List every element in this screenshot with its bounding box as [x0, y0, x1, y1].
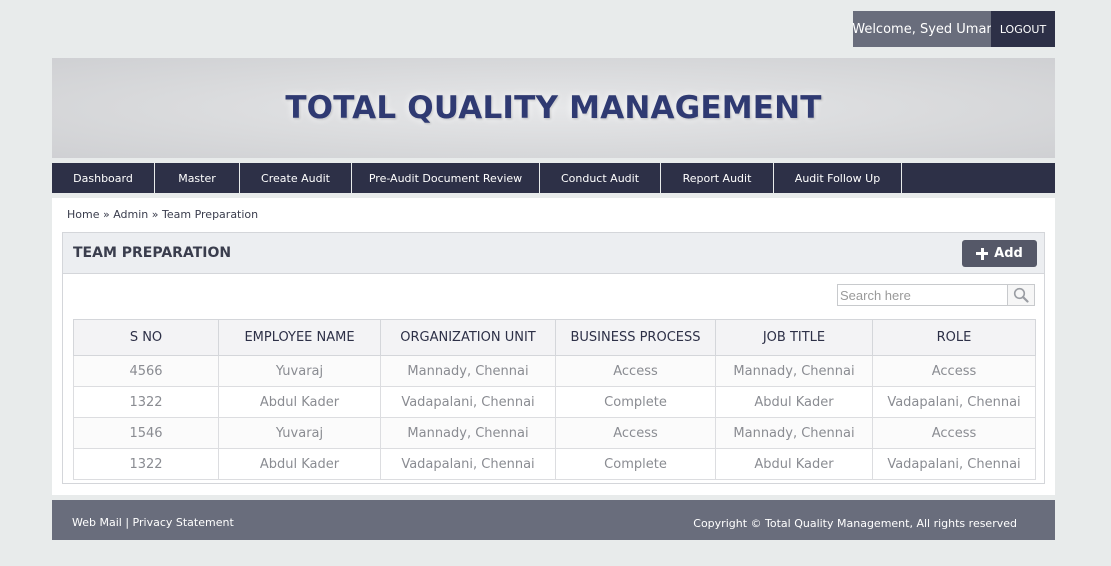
- breadcrumb-admin[interactable]: Admin: [113, 208, 148, 221]
- cell-role: Vadapalani, Chennai: [872, 448, 1036, 480]
- cell-s-no: 1322: [73, 386, 219, 418]
- card-header: TEAM PREPARATION Add: [63, 233, 1044, 274]
- table-row[interactable]: 1546 Yuvaraj Mannady, Chennai Access Man…: [73, 417, 1036, 449]
- page-title: TEAM PREPARATION: [73, 245, 232, 261]
- plus-icon: [976, 247, 989, 260]
- column-header-job-title[interactable]: JOB TITLE: [715, 319, 873, 356]
- footer-divider: |: [125, 516, 130, 529]
- breadcrumb: Home » Admin » Team Preparation: [67, 208, 258, 221]
- add-button[interactable]: Add: [962, 240, 1037, 267]
- cell-role: Access: [872, 417, 1036, 449]
- cell-role: Access: [872, 355, 1036, 387]
- cell-organization-unit: Mannady, Chennai: [380, 417, 556, 449]
- table-row[interactable]: 1322 Abdul Kader Vadapalani, Chennai Com…: [73, 386, 1036, 418]
- cell-job-title: Abdul Kader: [715, 386, 873, 418]
- table-row[interactable]: 1322 Abdul Kader Vadapalani, Chennai Com…: [73, 448, 1036, 480]
- table-header-row: S NO EMPLOYEE NAME ORGANIZATION UNIT BUS…: [73, 319, 1036, 356]
- footer-links: Web Mail | Privacy Statement: [72, 516, 234, 529]
- breadcrumb-home[interactable]: Home: [67, 208, 99, 221]
- team-preparation-card: TEAM PREPARATION Add Search here S NO EM…: [62, 232, 1045, 484]
- search-icon: [1013, 287, 1029, 303]
- app-title: TOTAL QUALITY MANAGEMENT: [285, 90, 822, 126]
- nav-item-master[interactable]: Master: [155, 163, 240, 193]
- banner: TOTAL QUALITY MANAGEMENT: [52, 58, 1055, 158]
- cell-organization-unit: Vadapalani, Chennai: [380, 448, 556, 480]
- cell-business-process: Access: [555, 355, 716, 387]
- privacy-statement-link[interactable]: Privacy Statement: [133, 516, 234, 529]
- logout-button[interactable]: LOGOUT: [991, 11, 1055, 47]
- cell-employee-name: Abdul Kader: [218, 448, 381, 480]
- cell-organization-unit: Vadapalani, Chennai: [380, 386, 556, 418]
- cell-job-title: Abdul Kader: [715, 448, 873, 480]
- team-table: S NO EMPLOYEE NAME ORGANIZATION UNIT BUS…: [73, 319, 1036, 480]
- column-header-organization-unit[interactable]: ORGANIZATION UNIT: [380, 319, 556, 356]
- cell-s-no: 1322: [73, 448, 219, 480]
- add-button-label: Add: [994, 246, 1023, 261]
- nav-item-create-audit[interactable]: Create Audit: [240, 163, 352, 193]
- cell-s-no: 1546: [73, 417, 219, 449]
- cell-organization-unit: Mannady, Chennai: [380, 355, 556, 387]
- breadcrumb-current: Team Preparation: [162, 208, 259, 221]
- column-header-employee-name[interactable]: EMPLOYEE NAME: [218, 319, 381, 356]
- column-header-role[interactable]: ROLE: [872, 319, 1036, 356]
- cell-employee-name: Yuvaraj: [218, 417, 381, 449]
- breadcrumb-separator: »: [102, 208, 110, 221]
- cell-business-process: Complete: [555, 448, 716, 480]
- cell-business-process: Access: [555, 417, 716, 449]
- nav-item-pre-audit-document-review[interactable]: Pre-Audit Document Review: [352, 163, 540, 193]
- cell-business-process: Complete: [555, 386, 716, 418]
- main-nav: Dashboard Master Create Audit Pre-Audit …: [52, 163, 1055, 193]
- column-header-business-process[interactable]: BUSINESS PROCESS: [555, 319, 716, 356]
- nav-item-dashboard[interactable]: Dashboard: [52, 163, 155, 193]
- column-header-s-no[interactable]: S NO: [73, 319, 219, 356]
- copyright-text: Copyright © Total Quality Management, Al…: [693, 517, 1017, 530]
- cell-role: Vadapalani, Chennai: [872, 386, 1036, 418]
- breadcrumb-separator: »: [151, 208, 159, 221]
- search-input[interactable]: [837, 284, 1008, 306]
- content-panel: Home » Admin » Team Preparation TEAM PRE…: [52, 198, 1055, 495]
- cell-job-title: Mannady, Chennai: [715, 355, 873, 387]
- welcome-text: Welcome, Syed Umar: [852, 11, 992, 47]
- user-bar: Welcome, Syed Umar LOGOUT: [852, 11, 1055, 47]
- nav-item-conduct-audit[interactable]: Conduct Audit: [540, 163, 661, 193]
- footer: Web Mail | Privacy Statement Copyright ©…: [52, 500, 1055, 540]
- nav-item-report-audit[interactable]: Report Audit: [661, 163, 774, 193]
- search-button[interactable]: [1008, 284, 1035, 306]
- table-row[interactable]: 4566 Yuvaraj Mannady, Chennai Access Man…: [73, 355, 1036, 387]
- cell-employee-name: Yuvaraj: [218, 355, 381, 387]
- search-box: [837, 284, 1035, 306]
- cell-employee-name: Abdul Kader: [218, 386, 381, 418]
- cell-job-title: Mannady, Chennai: [715, 417, 873, 449]
- nav-item-audit-follow-up[interactable]: Audit Follow Up: [774, 163, 902, 193]
- webmail-link[interactable]: Web Mail: [72, 516, 122, 529]
- cell-s-no: 4566: [73, 355, 219, 387]
